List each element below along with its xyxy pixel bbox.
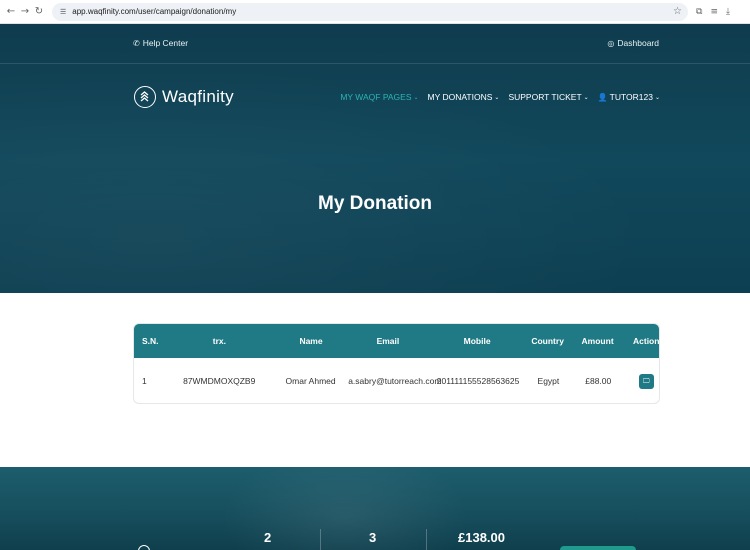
- view-details-button[interactable]: 🖵: [638, 373, 654, 389]
- cell-mobile: 201111155528563625: [436, 376, 520, 386]
- main-navigation: MY WAQF PAGES ⌄ MY DONATIONS ⌄ SUPPORT T…: [340, 92, 660, 102]
- logo-mark-icon: [134, 86, 156, 108]
- help-center-label: Help Center: [142, 38, 189, 48]
- site-info-icon[interactable]: ☰: [60, 8, 66, 16]
- stats-band: 2 3 £138.00: [0, 467, 750, 550]
- header-amount: Amount: [581, 336, 614, 346]
- stat-circle-icon: [138, 545, 150, 550]
- nav-user-menu[interactable]: 👤 TUTOR123 ⌄: [598, 92, 660, 102]
- cell-action: 🖵: [634, 373, 659, 389]
- header-country: Country: [531, 336, 564, 346]
- monitor-icon: 🖵: [642, 376, 650, 385]
- table-row: 1 87WMDMOXQZB9 Omar Ahmed a.sabry@tutorr…: [134, 358, 659, 403]
- header-action: Action: [633, 336, 660, 346]
- reading-list-icon[interactable]: ≡: [710, 7, 718, 17]
- nav-item-label: MY WAQF PAGES: [340, 92, 412, 102]
- download-icon[interactable]: ⤓: [726, 7, 730, 17]
- stats-action-button[interactable]: [560, 546, 636, 550]
- header-name: Name: [299, 336, 323, 346]
- browser-toolbar: ← → ↻ ☰ app.waqfinity.com/user/campaign/…: [0, 0, 750, 24]
- address-bar-url: app.waqfinity.com/user/campaign/donation…: [72, 7, 237, 16]
- hero-header: ✆ Help Center ◎ Dashboard Waqfinity MY W…: [0, 24, 750, 293]
- cell-trx: 87WMDMOXQZB9: [183, 376, 256, 386]
- table-header-row: S.N. trx. Name Email Mobile Country Amou…: [134, 324, 659, 358]
- chevron-down-icon: ⌄: [654, 93, 660, 101]
- page-title: My Donation: [318, 193, 432, 214]
- nav-item-label: MY DONATIONS: [427, 92, 493, 102]
- brand-logo[interactable]: Waqfinity: [134, 86, 234, 108]
- header-sn: S.N.: [142, 336, 159, 346]
- bookmark-star-icon[interactable]: ☆: [673, 6, 682, 17]
- cell-email: a.sabry@tutorreach.com: [348, 376, 442, 386]
- chevron-down-icon: ⌄: [494, 93, 500, 101]
- header-email: Email: [376, 336, 400, 346]
- donations-table: S.N. trx. Name Email Mobile Country Amou…: [133, 323, 660, 404]
- cell-sn: 1: [142, 376, 147, 386]
- phone-icon: ✆: [133, 38, 140, 48]
- cell-amount: £88.00: [585, 376, 612, 386]
- stat-value-3: £138.00: [458, 530, 505, 545]
- chevron-down-icon: ⌄: [583, 93, 589, 101]
- dashboard-icon: ◎: [607, 38, 615, 48]
- back-arrow-icon[interactable]: ←: [4, 6, 18, 17]
- cell-country: Egypt: [537, 376, 560, 386]
- top-utility-bar: ✆ Help Center ◎ Dashboard: [0, 24, 750, 64]
- header-trx: trx.: [212, 336, 227, 346]
- nav-item-label: SUPPORT TICKET: [508, 92, 582, 102]
- dashboard-link[interactable]: ◎ Dashboard: [607, 38, 659, 48]
- brand-name: Waqfinity: [162, 87, 234, 106]
- extensions-icon[interactable]: ⧉: [696, 7, 702, 17]
- nav-my-waqf-pages[interactable]: MY WAQF PAGES ⌄: [340, 92, 418, 102]
- stat-value-2: 3: [369, 530, 377, 545]
- stat-divider: [320, 529, 321, 550]
- help-center-link[interactable]: ✆ Help Center: [133, 38, 188, 48]
- dashboard-label: Dashboard: [617, 38, 659, 48]
- forward-arrow-icon[interactable]: →: [18, 6, 32, 17]
- reload-icon[interactable]: ↻: [32, 6, 46, 17]
- nav-support-ticket[interactable]: SUPPORT TICKET ⌄: [508, 92, 588, 102]
- cell-name: Omar Ahmed: [285, 376, 336, 386]
- nav-item-label: TUTOR123: [609, 92, 653, 102]
- header-mobile: Mobile: [463, 336, 491, 346]
- address-bar[interactable]: ☰ app.waqfinity.com/user/campaign/donati…: [52, 2, 688, 21]
- user-icon: 👤: [597, 92, 608, 102]
- stat-value-1: 2: [264, 530, 272, 545]
- nav-my-donations[interactable]: MY DONATIONS ⌄: [428, 92, 500, 102]
- chevron-down-icon: ⌄: [413, 93, 419, 101]
- stat-divider: [426, 529, 427, 550]
